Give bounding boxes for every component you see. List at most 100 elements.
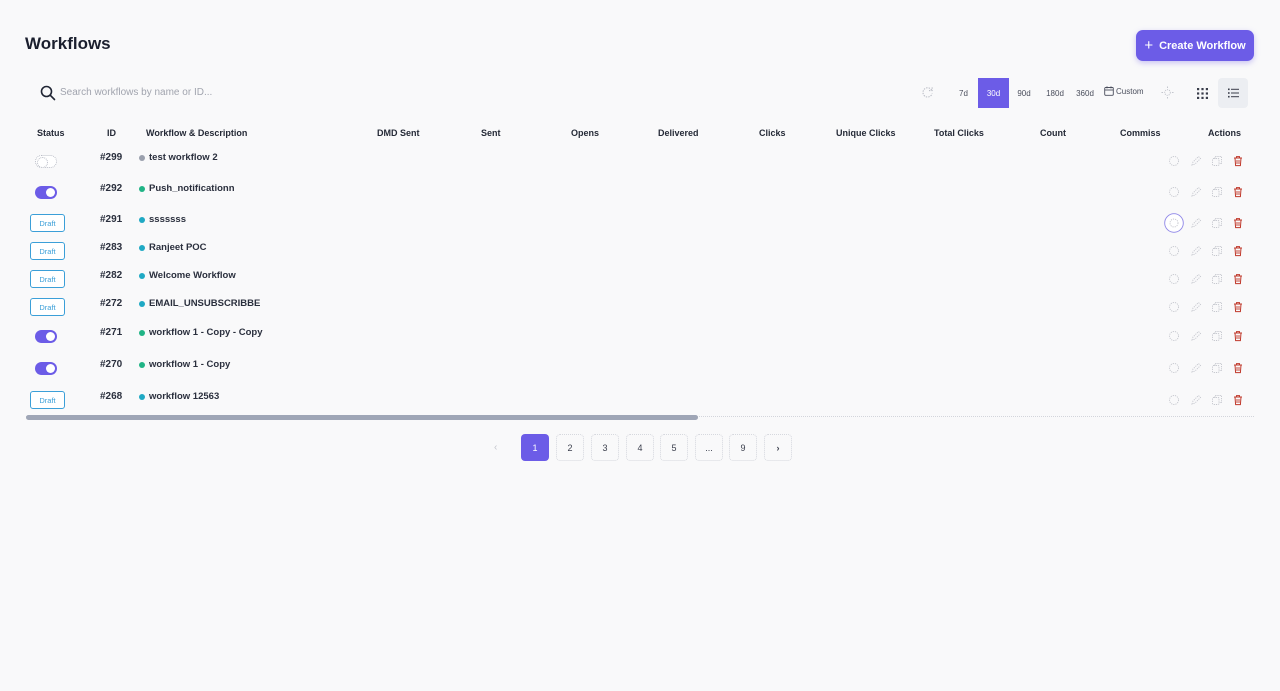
view-icon[interactable] [1164, 213, 1184, 233]
status-dot [139, 216, 145, 223]
edit-icon[interactable] [1190, 362, 1202, 374]
range-360d-button[interactable]: 360d [1070, 78, 1100, 108]
workflow-id: #292 [100, 183, 123, 194]
duplicate-icon[interactable] [1211, 245, 1223, 257]
grid-view-button[interactable] [1191, 82, 1213, 104]
draft-status-badge[interactable]: Draft [30, 391, 65, 409]
view-icon[interactable] [1168, 155, 1180, 167]
delete-icon[interactable] [1232, 245, 1244, 257]
page-button[interactable]: 5 [660, 434, 688, 461]
search-input[interactable] [60, 82, 380, 102]
edit-icon[interactable] [1190, 330, 1202, 342]
view-icon[interactable] [1168, 273, 1180, 285]
column-header: Status [37, 128, 65, 138]
workflow-id: #268 [100, 391, 123, 402]
view-icon[interactable] [1168, 301, 1180, 313]
list-icon [1227, 88, 1239, 98]
next-page-button[interactable]: › [764, 434, 792, 461]
workflow-name-link[interactable]: Push_notificationn [139, 183, 235, 194]
range-180d-button[interactable]: 180d [1040, 78, 1070, 108]
status-dot [139, 185, 145, 192]
status-dot [139, 244, 145, 251]
workflow-name-link[interactable]: workflow 1 - Copy - Copy [139, 327, 262, 338]
column-header: Opens [571, 128, 600, 138]
draft-status-badge[interactable]: Draft [30, 214, 65, 232]
status-toggle[interactable] [35, 186, 57, 199]
workflow-name-link[interactable]: Welcome Workflow [139, 270, 236, 281]
draft-status-badge[interactable]: Draft [30, 298, 65, 316]
workflow-name: Push_notificationn [149, 183, 235, 194]
duplicate-icon[interactable] [1211, 301, 1223, 313]
delete-icon[interactable] [1232, 330, 1244, 342]
refresh-icon[interactable] [921, 86, 934, 99]
page-button[interactable]: 4 [626, 434, 654, 461]
range-90d-button[interactable]: 90d [1009, 78, 1039, 108]
delete-icon[interactable] [1232, 273, 1244, 285]
edit-icon[interactable] [1190, 394, 1202, 406]
view-icon[interactable] [1168, 186, 1180, 198]
page-button[interactable]: 3 [591, 434, 619, 461]
grid-icon [1196, 87, 1208, 99]
workflow-id: #270 [100, 359, 123, 370]
workflow-id: #283 [100, 242, 123, 253]
list-view-button[interactable] [1218, 78, 1248, 108]
duplicate-icon[interactable] [1211, 330, 1223, 342]
workflow-name: sssssss [149, 214, 186, 225]
status-toggle[interactable] [35, 155, 57, 168]
workflow-name: workflow 1 - Copy [149, 359, 231, 370]
delete-icon[interactable] [1232, 362, 1244, 374]
duplicate-icon[interactable] [1211, 394, 1223, 406]
duplicate-icon[interactable] [1211, 217, 1223, 229]
view-icon[interactable] [1168, 362, 1180, 374]
edit-icon[interactable] [1190, 301, 1202, 313]
edit-icon[interactable] [1190, 273, 1202, 285]
page-button[interactable]: 1 [521, 434, 549, 461]
workflow-name-link[interactable]: Ranjeet POC [139, 242, 207, 253]
column-header: Sent [481, 128, 501, 138]
workflow-name: Welcome Workflow [149, 270, 236, 281]
column-header: Workflow & Description [146, 128, 248, 138]
workflow-name-link[interactable]: test workflow 2 [139, 152, 218, 163]
duplicate-icon[interactable] [1211, 273, 1223, 285]
status-toggle[interactable] [35, 330, 57, 343]
workflow-name-link[interactable]: EMAIL_UNSUBSCRIBBE [139, 298, 260, 309]
delete-icon[interactable] [1232, 394, 1244, 406]
view-icon[interactable] [1168, 245, 1180, 257]
previous-page-button[interactable]: ‹ [494, 442, 497, 453]
status-dot [139, 329, 145, 336]
workflow-name-link[interactable]: workflow 12563 [139, 391, 219, 402]
delete-icon[interactable] [1232, 217, 1244, 229]
view-icon[interactable] [1168, 330, 1180, 342]
table-row: #292 Push_notificationn [0, 181, 1280, 209]
page-button[interactable]: 2 [556, 434, 584, 461]
range-7d-button[interactable]: 7d [949, 78, 978, 108]
draft-status-badge[interactable]: Draft [30, 242, 65, 260]
edit-icon[interactable] [1190, 245, 1202, 257]
view-icon[interactable] [1168, 394, 1180, 406]
create-workflow-button[interactable]: + Create Workflow [1136, 30, 1254, 61]
delete-icon[interactable] [1232, 186, 1244, 198]
page-button[interactable]: 9 [729, 434, 757, 461]
page-title: Workflows [25, 34, 111, 53]
edit-icon[interactable] [1190, 155, 1202, 167]
workflow-name-link[interactable]: sssssss [139, 214, 186, 225]
delete-icon[interactable] [1232, 155, 1244, 167]
duplicate-icon[interactable] [1211, 155, 1223, 167]
column-header: Count [1040, 128, 1066, 138]
edit-icon[interactable] [1190, 186, 1202, 198]
delete-icon[interactable] [1232, 301, 1244, 313]
duplicate-icon[interactable] [1211, 186, 1223, 198]
duplicate-icon[interactable] [1211, 362, 1223, 374]
workflow-name-link[interactable]: workflow 1 - Copy [139, 359, 230, 370]
custom-range-button[interactable]: Custom [1104, 86, 1144, 96]
sun-icon[interactable] [1161, 86, 1174, 99]
status-toggle[interactable] [35, 362, 57, 375]
horizontal-scrollbar-thumb[interactable] [26, 415, 698, 420]
range-30d-button[interactable]: 30d [978, 78, 1009, 108]
table-row: #299 test workflow 2 [0, 150, 1280, 178]
draft-status-badge[interactable]: Draft [30, 270, 65, 288]
status-dot [139, 272, 145, 279]
table-row: Draft #283 Ranjeet POC [0, 240, 1280, 268]
edit-icon[interactable] [1190, 217, 1202, 229]
column-header: Delivered [658, 128, 699, 138]
